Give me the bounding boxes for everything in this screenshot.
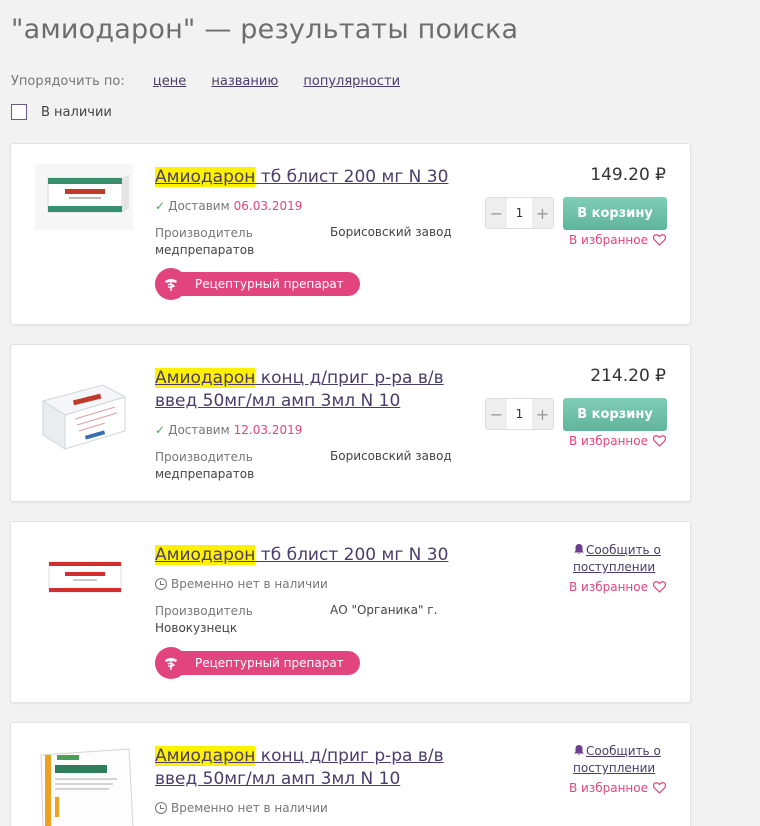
delivery-status: ✓ Доставим 12.03.2019	[155, 423, 302, 437]
quantity-stepper: − 1 +	[485, 398, 554, 430]
manufacturer-label-text: Производитель	[155, 450, 253, 464]
add-to-favorites-link[interactable]: В избранное	[569, 233, 666, 247]
heart-icon	[653, 435, 666, 447]
prescription-badge: Рецептурный препарат	[155, 647, 360, 679]
product-image[interactable]	[35, 552, 133, 602]
check-icon: ✓	[155, 199, 166, 213]
favorites-label: В избранное	[568, 233, 648, 247]
search-highlight: Амиодарон	[155, 167, 256, 187]
in-stock-checkbox[interactable]	[11, 104, 27, 120]
prescription-icon	[155, 647, 187, 679]
manufacturer-name-cont: медпрепаратов	[155, 243, 255, 257]
quantity-value[interactable]: 1	[507, 206, 532, 220]
product-price: 149.20 ₽	[590, 165, 666, 185]
product-name-rest: тб блист 200 мг N 30	[255, 545, 449, 565]
notify-when-available-link[interactable]: Сообщить о поступлении	[573, 542, 673, 576]
manufacturer-label-text: Производитель	[155, 226, 253, 240]
product-image[interactable]	[35, 371, 133, 455]
delivery-date: 06.03.2019	[233, 199, 303, 213]
heart-icon	[653, 234, 666, 246]
manufacturer-label-text: Производитель	[155, 604, 253, 618]
in-stock-label: В наличии	[41, 104, 112, 120]
favorites-label: В избранное	[568, 781, 648, 795]
notify-label: Сообщить о поступлении	[573, 744, 661, 775]
product-card: Амиодарон конц д/приг р-ра в/в введ 50мг…	[10, 344, 691, 502]
quantity-stepper: − 1 +	[485, 197, 554, 229]
manufacturer-name-cont: Новокузнецк	[155, 621, 238, 635]
check-icon: ✓	[155, 423, 166, 437]
prescription-label: Рецептурный препарат	[195, 656, 344, 670]
manufacturer-name: Борисовский завод	[330, 449, 452, 463]
favorites-label: В избранное	[568, 434, 648, 448]
increase-quantity-button[interactable]: +	[532, 399, 553, 429]
add-to-cart-button[interactable]: В корзину	[563, 398, 667, 431]
prescription-badge: Рецептурный препарат	[155, 268, 360, 300]
decrease-quantity-button[interactable]: −	[486, 399, 507, 429]
sort-by-name-link[interactable]: названию	[211, 74, 278, 89]
product-card: Амиодарон конц д/приг р-ра в/в введ 50мг…	[10, 722, 691, 826]
sort-by-popularity-link[interactable]: популярности	[303, 74, 400, 89]
product-name-link[interactable]: Амиодарон тб блист 200 мг N 30	[155, 166, 455, 189]
add-to-favorites-link[interactable]: В избранное	[569, 781, 666, 795]
notify-when-available-link[interactable]: Сообщить о поступлении	[573, 743, 673, 777]
delivery-date: 12.03.2019	[233, 423, 303, 437]
add-to-favorites-link[interactable]: В избранное	[569, 434, 666, 448]
search-highlight: Амиодарон	[155, 545, 256, 565]
product-image[interactable]	[37, 741, 135, 826]
manufacturer-name: Борисовский завод	[330, 225, 452, 239]
product-name-link[interactable]: Амиодарон тб блист 200 мг N 30	[155, 544, 455, 567]
quantity-value[interactable]: 1	[507, 407, 532, 421]
add-to-cart-button[interactable]: В корзину	[563, 197, 667, 230]
heart-icon	[653, 782, 666, 794]
favorites-label: В избранное	[568, 580, 648, 594]
product-image[interactable]	[35, 164, 133, 230]
prescription-label: Рецептурный препарат	[195, 277, 344, 291]
availability-label: Временно нет в наличии	[171, 577, 328, 591]
product-card: Амиодарон тб блист 200 мг N 30 Временно …	[10, 521, 691, 703]
delivery-label: Доставим	[168, 199, 230, 213]
availability-status: Временно нет в наличии	[155, 801, 328, 815]
product-name-link[interactable]: Амиодарон конц д/приг р-ра в/в введ 50мг…	[155, 367, 455, 413]
delivery-label: Доставим	[168, 423, 230, 437]
decrease-quantity-button[interactable]: −	[486, 198, 507, 228]
notify-label: Сообщить о поступлении	[573, 543, 661, 574]
sort-by-price-link[interactable]: цене	[153, 74, 186, 89]
sort-bar: Упорядочить по: цене названию популярнос…	[11, 74, 421, 89]
product-card: Амиодарон тб блист 200 мг N 30 ✓ Достави…	[10, 143, 691, 325]
product-price: 214.20 ₽	[590, 366, 666, 386]
search-highlight: Амиодарон	[155, 746, 256, 766]
search-highlight: Амиодарон	[155, 368, 256, 388]
bell-icon	[574, 745, 584, 756]
sort-label: Упорядочить по:	[11, 74, 125, 89]
page-title: "амиодарон" — результаты поиска	[11, 14, 519, 45]
manufacturer-label: Производитель медпрепаратов	[155, 449, 325, 483]
in-stock-filter[interactable]: В наличии	[11, 104, 112, 120]
product-name-rest: тб блист 200 мг N 30	[255, 167, 449, 187]
heart-icon	[653, 581, 666, 593]
increase-quantity-button[interactable]: +	[532, 198, 553, 228]
clock-icon	[155, 578, 167, 590]
bell-icon	[574, 544, 584, 555]
prescription-icon	[155, 268, 187, 300]
clock-icon	[155, 802, 167, 814]
product-name-link[interactable]: Амиодарон конц д/приг р-ра в/в введ 50мг…	[155, 745, 455, 791]
availability-label: Временно нет в наличии	[171, 801, 328, 815]
manufacturer-name-cont: медпрепаратов	[155, 467, 255, 481]
manufacturer-name: АО "Органика" г.	[330, 603, 438, 617]
delivery-status: ✓ Доставим 06.03.2019	[155, 199, 302, 213]
manufacturer-label: Производитель медпрепаратов	[155, 225, 325, 259]
add-to-favorites-link[interactable]: В избранное	[569, 580, 666, 594]
manufacturer-label: Производитель Новокузнецк	[155, 603, 325, 637]
availability-status: Временно нет в наличии	[155, 577, 328, 591]
